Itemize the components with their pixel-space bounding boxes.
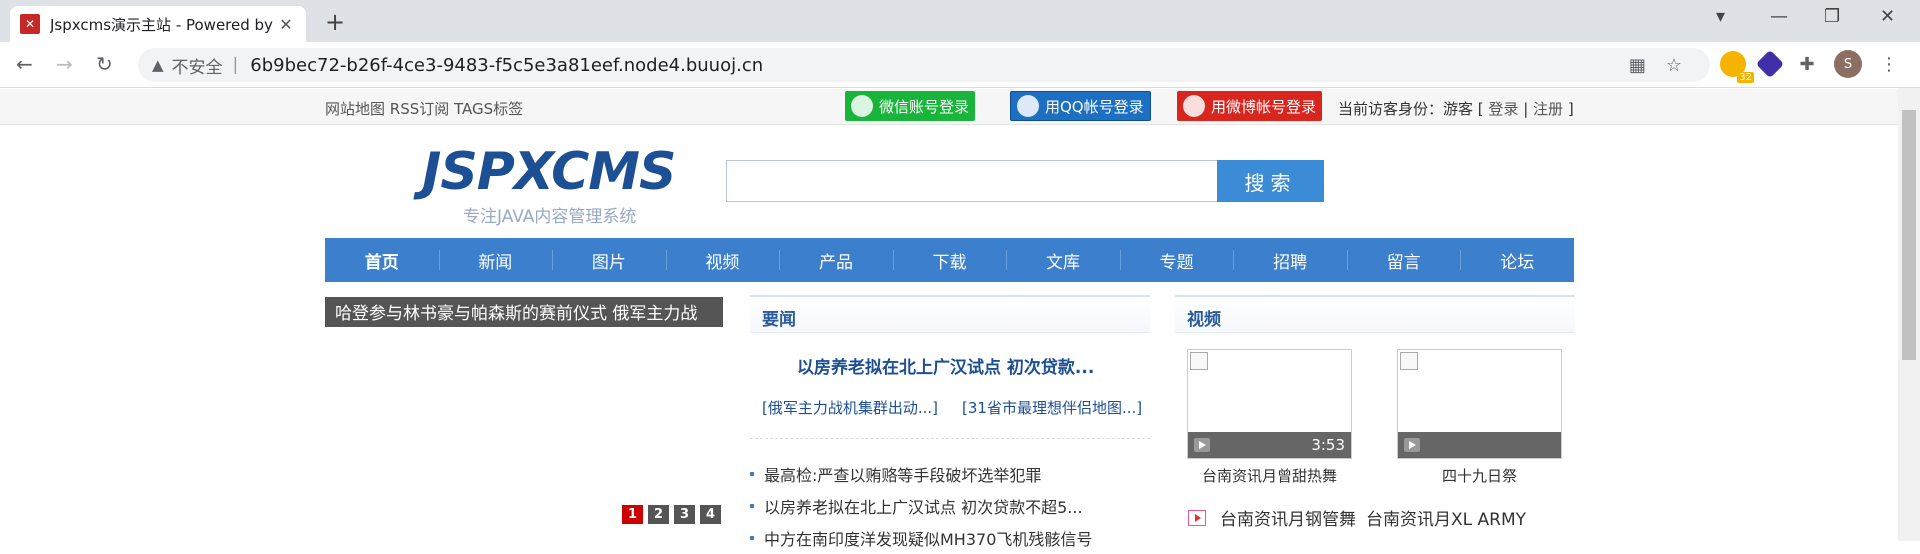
new-tab-button[interactable]: + bbox=[325, 8, 345, 36]
play-icon[interactable] bbox=[1404, 438, 1420, 452]
video-panel-header: 视频 bbox=[1175, 295, 1575, 333]
wechat-login-button[interactable]: 微信账号登录 bbox=[845, 91, 976, 121]
omnibox-actions: ▦ ☆ bbox=[1629, 55, 1682, 76]
video-link[interactable]: 台南资讯月钢管舞 bbox=[1220, 505, 1356, 530]
news-list: 最高检:严查以贿赂等手段破坏选举犯罪 以房养老拟在北上广汉试点 初次贷款不超5.… bbox=[750, 458, 1092, 554]
warning-icon[interactable]: ▲ bbox=[152, 56, 164, 74]
visitor-status: 当前访客身份：游客 [ 登录 | 注册 ] bbox=[1338, 100, 1574, 118]
browser-tab[interactable]: ✕ Jspxcms演示主站 - Powered by ✕ bbox=[10, 6, 306, 42]
insecure-label[interactable]: 不安全 bbox=[172, 53, 223, 78]
search-button[interactable]: 搜索 bbox=[1217, 160, 1324, 202]
video-caption[interactable]: 台南资讯月曾甜热舞 bbox=[1187, 465, 1352, 486]
qq-penguin-icon bbox=[1017, 95, 1039, 117]
page-scrollbar[interactable] bbox=[1898, 88, 1920, 541]
news-list-item[interactable]: 以房养老拟在北上广汉试点 初次贷款不超5... bbox=[750, 490, 1092, 522]
puzzle-extensions-icon[interactable]: ✚ bbox=[1794, 51, 1820, 77]
extensions-area: 32 ✚ S ⋮ bbox=[1720, 49, 1902, 83]
broken-image-icon bbox=[1190, 352, 1208, 370]
slider-page-button[interactable]: 1 bbox=[622, 505, 643, 524]
nav-item-guestbook[interactable]: 留言 bbox=[1346, 238, 1461, 282]
extension-badge: 32 bbox=[1737, 72, 1754, 83]
main-navigation: 首页 新闻 图片 视频 产品 下载 文库 专题 招聘 留言 论坛 bbox=[325, 238, 1574, 282]
news-headline[interactable]: 以房养老拟在北上广汉试点 初次贷款... bbox=[797, 353, 1094, 378]
qr-code-icon[interactable]: ▦ bbox=[1629, 55, 1646, 76]
news-sublink[interactable]: [俄军主力战机集群出动...] bbox=[762, 397, 938, 418]
nav-item-download[interactable]: 下载 bbox=[892, 238, 1007, 282]
broken-image-icon bbox=[1400, 352, 1418, 370]
wechat-icon bbox=[851, 95, 873, 117]
nav-item-video[interactable]: 视频 bbox=[665, 238, 780, 282]
site-logo[interactable]: JSPXCMS bbox=[422, 142, 677, 202]
minimize-icon[interactable]: — bbox=[1770, 6, 1788, 27]
video-play-icon bbox=[1188, 509, 1206, 526]
restore-icon[interactable]: ❐ bbox=[1824, 6, 1840, 27]
play-icon[interactable] bbox=[1194, 438, 1210, 452]
news-list-item[interactable]: 中方在南印度洋发现疑似MH370飞机残骸信号 bbox=[750, 522, 1092, 554]
tab-close-icon[interactable]: ✕ bbox=[276, 15, 296, 34]
bookmark-star-icon[interactable]: ☆ bbox=[1666, 55, 1682, 76]
video-link[interactable]: 台南资讯月XL ARMY bbox=[1366, 505, 1526, 530]
tab-title: Jspxcms演示主站 - Powered by bbox=[50, 15, 273, 34]
url-text[interactable]: 6b9bec72-b26f-4ce3-9483-f5c5e3a81eef.nod… bbox=[250, 55, 763, 76]
layers-extension-icon[interactable] bbox=[1755, 49, 1785, 79]
address-separator: | bbox=[232, 55, 239, 75]
visitor-suffix: ] bbox=[1567, 100, 1574, 118]
wechat-login-label: 微信账号登录 bbox=[879, 97, 970, 116]
tab-search-icon[interactable]: ▾ bbox=[1716, 6, 1725, 27]
scrollbar-thumb[interactable] bbox=[1902, 110, 1916, 360]
nav-item-news[interactable]: 新闻 bbox=[438, 238, 553, 282]
slider-pager: 1 2 3 4 bbox=[622, 505, 721, 524]
search-input[interactable] bbox=[726, 160, 1218, 202]
reload-icon[interactable]: ↻ bbox=[96, 52, 113, 76]
back-icon[interactable]: ← bbox=[16, 52, 33, 76]
visitor-prefix: 当前访客身份：游客 [ bbox=[1338, 100, 1484, 118]
video-caption[interactable]: 四十九日祭 bbox=[1397, 465, 1562, 486]
slider-page-button[interactable]: 4 bbox=[700, 505, 721, 524]
nav-item-home[interactable]: 首页 bbox=[325, 238, 439, 282]
video-thumbnail[interactable]: 3:53 bbox=[1187, 349, 1352, 459]
nav-item-products[interactable]: 产品 bbox=[779, 238, 893, 282]
news-list-item[interactable]: 最高检:严查以贿赂等手段破坏选举犯罪 bbox=[750, 458, 1092, 490]
news-sublink[interactable]: [31省市最理想伴侣地图...] bbox=[962, 397, 1142, 418]
window-close-icon[interactable]: ✕ bbox=[1880, 6, 1895, 27]
video-info-bar bbox=[1398, 432, 1561, 458]
image-slider[interactable]: 哈登参与林书豪与帕森斯的赛前仪式 俄军主力战 bbox=[325, 297, 723, 327]
news-divider bbox=[750, 438, 1150, 439]
news-sublinks: [俄军主力战机集群出动...] [31省市最理想伴侣地图...] bbox=[762, 397, 1142, 418]
nav-item-pictures[interactable]: 图片 bbox=[552, 238, 666, 282]
video-panel-title[interactable]: 视频 bbox=[1187, 305, 1221, 330]
news-panel-header: 要闻 bbox=[750, 295, 1150, 333]
profile-avatar[interactable]: S bbox=[1834, 50, 1862, 78]
browser-tab-strip: ✕ Jspxcms演示主站 - Powered by ✕ + ▾ — ❐ ✕ bbox=[0, 0, 1920, 42]
forward-icon[interactable]: → bbox=[56, 52, 73, 76]
register-link[interactable]: 注册 bbox=[1533, 100, 1563, 118]
site-favicon-icon: ✕ bbox=[20, 14, 40, 34]
slider-caption[interactable]: 哈登参与林书豪与帕森斯的赛前仪式 俄军主力战 bbox=[335, 299, 697, 324]
video-info-bar: 3:53 bbox=[1188, 432, 1351, 458]
extension-icon[interactable]: 32 bbox=[1720, 51, 1754, 83]
slider-page-button[interactable]: 3 bbox=[674, 505, 695, 524]
login-link[interactable]: 登录 bbox=[1488, 100, 1518, 118]
nav-item-topics[interactable]: 专题 bbox=[1119, 238, 1234, 282]
nav-item-jobs[interactable]: 招聘 bbox=[1233, 238, 1347, 282]
qq-login-label: 用QQ帐号登录 bbox=[1045, 97, 1144, 116]
menu-kebab-icon[interactable]: ⋮ bbox=[1876, 51, 1902, 77]
nav-item-library[interactable]: 文库 bbox=[1006, 238, 1120, 282]
browser-toolbar: ← → ↻ ▲ 不安全 | 6b9bec72-b26f-4ce3-9483-f5… bbox=[0, 42, 1920, 88]
video-duration: 3:53 bbox=[1311, 436, 1345, 454]
slider-page-button[interactable]: 2 bbox=[648, 505, 669, 524]
site-slogan: 专注JAVA内容管理系统 bbox=[463, 207, 637, 227]
qq-login-button[interactable]: 用QQ帐号登录 bbox=[1010, 91, 1151, 121]
video-thumbnail[interactable] bbox=[1397, 349, 1562, 459]
weibo-icon bbox=[1183, 95, 1205, 117]
nav-item-forum[interactable]: 论坛 bbox=[1460, 238, 1574, 282]
video-text-row: 台南资讯月钢管舞 台南资讯月XL ARMY bbox=[1188, 505, 1526, 530]
address-bar[interactable]: ▲ 不安全 | 6b9bec72-b26f-4ce3-9483-f5c5e3a8… bbox=[138, 48, 1710, 82]
news-panel-title[interactable]: 要闻 bbox=[762, 305, 796, 330]
site-links[interactable]: 网站地图 RSS订阅 TAGS标签 bbox=[325, 98, 523, 119]
weibo-login-label: 用微博帐号登录 bbox=[1211, 97, 1317, 116]
weibo-login-button[interactable]: 用微博帐号登录 bbox=[1177, 91, 1323, 121]
